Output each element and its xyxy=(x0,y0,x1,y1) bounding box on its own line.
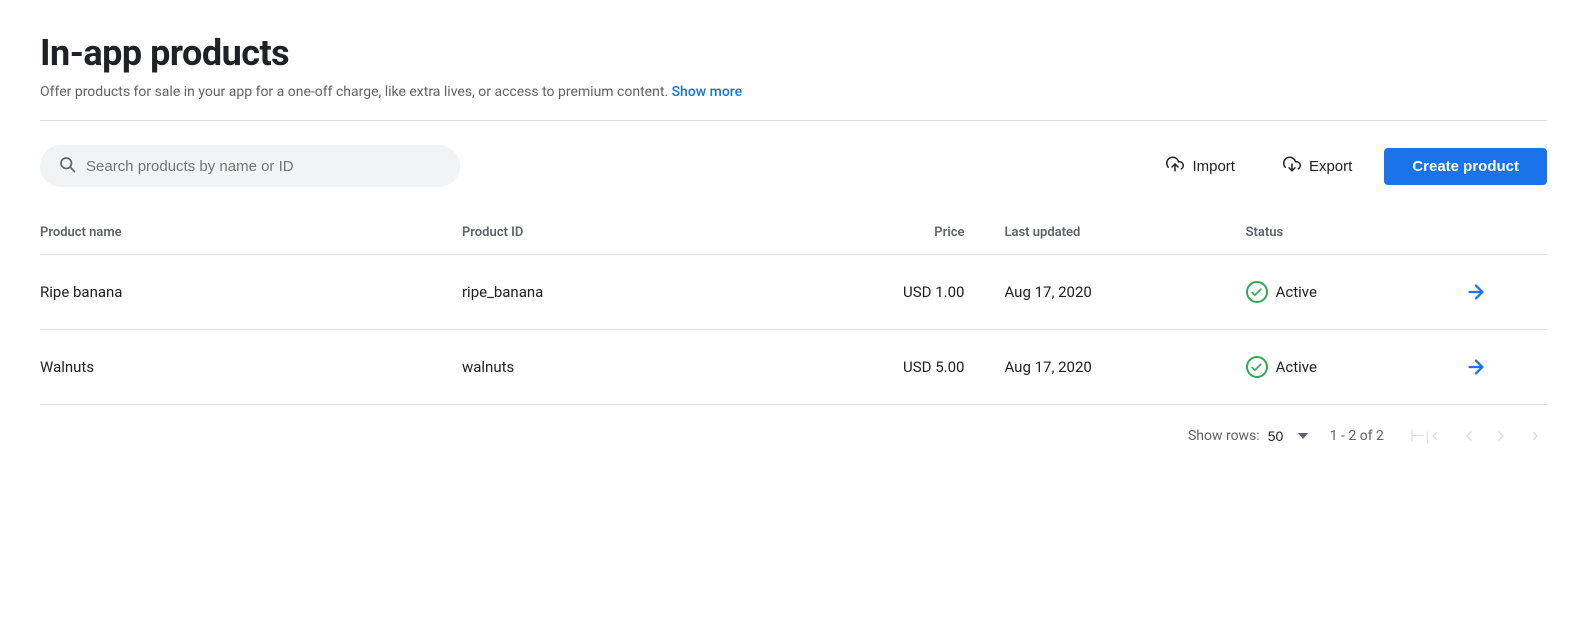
page-title: In-app products xyxy=(40,32,1547,74)
table-row: Ripe banana ripe_banana USD 1.00 Aug 17,… xyxy=(40,255,1547,330)
import-label: Import xyxy=(1192,158,1235,175)
cell-product-name: Walnuts xyxy=(40,330,462,405)
export-label: Export xyxy=(1309,158,1352,175)
toolbar: Import Export Create product xyxy=(40,145,1547,187)
last-page-button[interactable] xyxy=(1519,424,1547,448)
cell-product-name: Ripe banana xyxy=(40,255,462,330)
col-header-updated: Last updated xyxy=(1004,215,1245,255)
import-icon xyxy=(1166,155,1184,177)
import-button[interactable]: Import xyxy=(1150,147,1251,185)
col-header-status: Status xyxy=(1246,215,1457,255)
cell-price: USD 5.00 xyxy=(794,330,1005,405)
row-detail-button[interactable] xyxy=(1457,277,1495,307)
active-status-icon xyxy=(1246,356,1268,378)
rows-selector: Show rows: 50 100 200 xyxy=(1188,428,1310,444)
pagination-row: Show rows: 50 100 200 1 - 2 of 2 ⊢| xyxy=(40,405,1547,457)
cell-status: Active xyxy=(1246,255,1457,330)
table-row: Walnuts walnuts USD 5.00 Aug 17, 2020 Ac… xyxy=(40,330,1547,405)
section-divider xyxy=(40,120,1547,121)
table-header-row: Product name Product ID Price Last updat… xyxy=(40,215,1547,255)
next-page-button[interactable] xyxy=(1487,424,1515,448)
page-subtitle: Offer products for sale in your app for … xyxy=(40,84,1547,100)
show-more-link[interactable]: Show more xyxy=(672,84,743,100)
cell-last-updated: Aug 17, 2020 xyxy=(1004,255,1245,330)
cell-price: USD 1.00 xyxy=(794,255,1005,330)
products-table: Product name Product ID Price Last updat… xyxy=(40,215,1547,405)
col-header-action xyxy=(1457,215,1547,255)
prev-page-button[interactable] xyxy=(1455,424,1483,448)
subtitle-text: Offer products for sale in your app for … xyxy=(40,84,668,100)
cell-last-updated: Aug 17, 2020 xyxy=(1004,330,1245,405)
export-button[interactable]: Export xyxy=(1267,147,1368,185)
cell-product-id: ripe_banana xyxy=(462,255,794,330)
cell-action xyxy=(1457,330,1547,405)
search-icon xyxy=(58,155,76,177)
first-page-button[interactable]: ⊢| xyxy=(1404,423,1451,449)
rows-per-page-select[interactable]: 50 100 200 xyxy=(1268,428,1310,444)
cell-status: Active xyxy=(1246,330,1457,405)
active-status-icon xyxy=(1246,281,1268,303)
row-detail-button[interactable] xyxy=(1457,352,1495,382)
page-info: 1 - 2 of 2 xyxy=(1330,428,1384,444)
search-input[interactable] xyxy=(86,158,442,175)
pagination-nav: ⊢| xyxy=(1404,423,1547,449)
show-rows-label: Show rows: xyxy=(1188,428,1260,444)
cell-product-id: walnuts xyxy=(462,330,794,405)
search-container xyxy=(40,145,460,187)
status-badge: Active xyxy=(1276,358,1317,376)
export-icon xyxy=(1283,155,1301,177)
col-header-price: Price xyxy=(794,215,1005,255)
col-header-id: Product ID xyxy=(462,215,794,255)
cell-action xyxy=(1457,255,1547,330)
status-badge: Active xyxy=(1276,283,1317,301)
col-header-name: Product name xyxy=(40,215,462,255)
create-product-button[interactable]: Create product xyxy=(1384,148,1547,185)
